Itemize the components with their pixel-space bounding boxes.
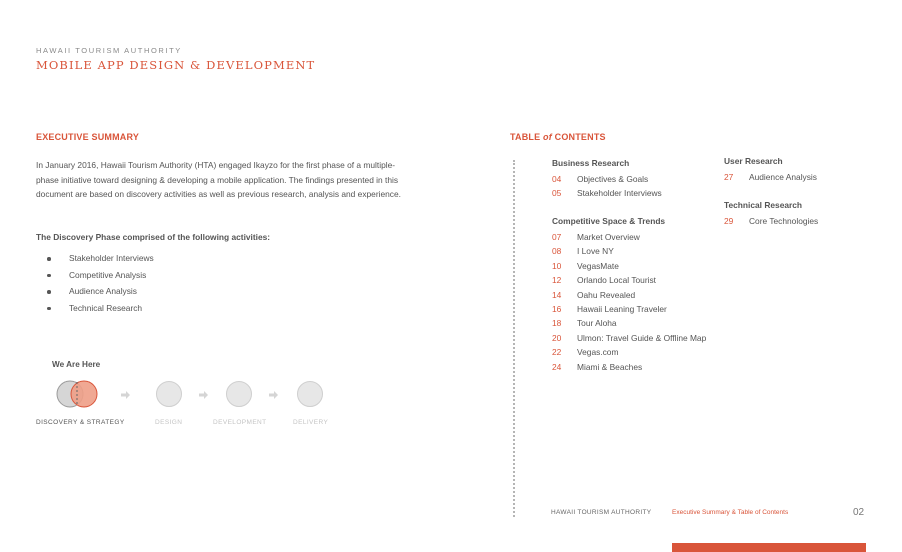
list-item: Technical Research bbox=[36, 302, 154, 319]
toc-group-title: Business Research bbox=[552, 158, 630, 168]
toc-entry[interactable]: 05 Stakeholder Interviews bbox=[552, 187, 662, 201]
toc-entry[interactable]: 24 Miami & Beaches bbox=[552, 361, 706, 375]
stage-label-design: DESIGN bbox=[155, 419, 183, 426]
toc-group-title: User Research bbox=[724, 156, 783, 166]
toc-entry[interactable]: 07 Market Overview bbox=[552, 231, 706, 245]
activity-list: Stakeholder Interviews Competitive Analy… bbox=[36, 252, 154, 318]
summary-paragraph: In January 2016, Hawaii Tourism Authorit… bbox=[36, 158, 431, 202]
stage-label-discovery: DISCOVERY & STRATEGY bbox=[36, 419, 125, 426]
bullet-icon bbox=[47, 257, 51, 261]
current-stage-venn-icon bbox=[56, 380, 98, 408]
toc-entry[interactable]: 08 I Love NY bbox=[552, 245, 706, 259]
column-divider bbox=[513, 160, 515, 517]
summary-line: In January 2016, Hawaii Tourism Authorit… bbox=[36, 160, 396, 170]
footer-organization: HAWAII TOURISM AUTHORITY bbox=[551, 509, 652, 516]
toc-group-competitive-space: Competitive Space & Trends 07 Market Over… bbox=[552, 216, 706, 375]
footer-accent-bar bbox=[672, 543, 866, 552]
activities-heading: The Discovery Phase comprised of the fol… bbox=[36, 232, 271, 242]
bullet-icon bbox=[47, 273, 51, 277]
toc-group-title: Competitive Space & Trends bbox=[552, 216, 666, 226]
organization-label: HAWAII TOURISM AUTHORITY bbox=[36, 46, 182, 55]
list-item: Stakeholder Interviews bbox=[36, 252, 154, 269]
toc-entry[interactable]: 16 Hawaii Leaning Traveler bbox=[552, 303, 706, 317]
list-item: Competitive Analysis bbox=[36, 269, 154, 286]
bullet-icon bbox=[47, 306, 51, 310]
arrow-right-icon bbox=[269, 391, 278, 399]
document-title: MOBILE APP DESIGN & DEVELOPMENT bbox=[36, 58, 316, 72]
toc-group-business-research: Business Research 04 Objectives & Goals 0… bbox=[552, 158, 662, 202]
toc-entry[interactable]: 20 Ulmon: Travel Guide & Offline Map bbox=[552, 332, 706, 346]
summary-line: phase initiative toward designing & deve… bbox=[36, 174, 399, 185]
toc-entry[interactable]: 14 Oahu Revealed bbox=[552, 289, 706, 303]
toc-entry[interactable]: 12 Orlando Local Tourist bbox=[552, 274, 706, 288]
footer-section-title: Executive Summary & Table of Contents bbox=[672, 509, 789, 516]
arrow-right-icon bbox=[199, 391, 208, 399]
delivery-stage-circle bbox=[297, 381, 323, 407]
stage-label-delivery: DELIVERY bbox=[293, 419, 329, 426]
toc-entry[interactable]: 10 VegasMate bbox=[552, 260, 706, 274]
toc-entry[interactable]: 27 Audience Analysis bbox=[724, 171, 817, 185]
stage-label-development: DEVELOPMENT bbox=[213, 419, 267, 426]
arrow-right-icon bbox=[121, 391, 130, 399]
list-item: Audience Analysis bbox=[36, 285, 154, 302]
summary-line: document are based on discovery activiti… bbox=[36, 189, 401, 200]
toc-entry[interactable]: 18 Tour Aloha bbox=[552, 317, 706, 331]
development-stage-circle bbox=[226, 381, 252, 407]
toc-group-technical-research: Technical Research 29 Core Technologies bbox=[724, 200, 818, 229]
page-number: 02 bbox=[853, 507, 865, 518]
toc-group-user-research: User Research 27 Audience Analysis bbox=[724, 156, 817, 185]
bullet-icon bbox=[47, 290, 51, 294]
design-stage-circle bbox=[156, 381, 182, 407]
toc-heading: TABLE of CONTENTS bbox=[510, 132, 606, 142]
toc-entry[interactable]: 22 Vegas.com bbox=[552, 346, 706, 360]
toc-entry[interactable]: 04 Objectives & Goals bbox=[552, 173, 662, 187]
toc-group-title: Technical Research bbox=[724, 200, 803, 210]
toc-entry[interactable]: 29 Core Technologies bbox=[724, 215, 818, 229]
executive-summary-heading: EXECUTIVE SUMMARY bbox=[36, 132, 140, 142]
we-are-here-label: We Are Here bbox=[52, 360, 101, 369]
